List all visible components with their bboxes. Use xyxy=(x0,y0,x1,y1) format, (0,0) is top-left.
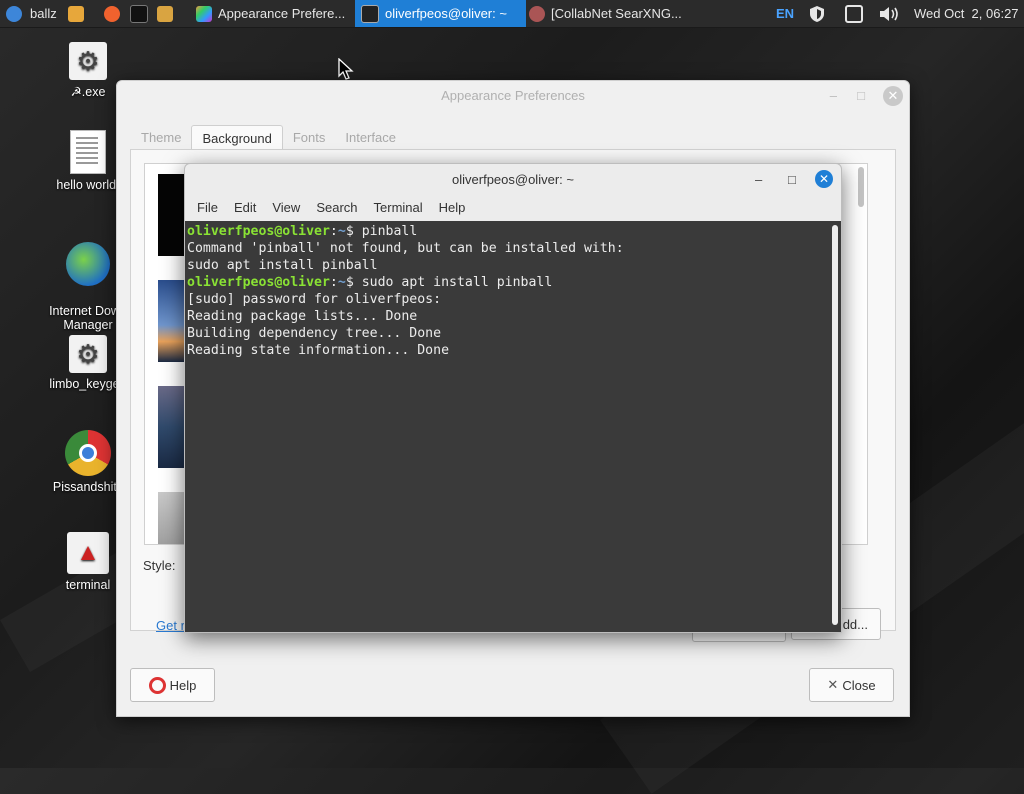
text-file-icon xyxy=(70,130,106,174)
terminal-line: Building dependency tree... Done xyxy=(187,326,442,341)
window-title: oliverfpeos@oliver: ~ xyxy=(452,172,574,187)
maximize-button[interactable]: □ xyxy=(857,81,865,111)
terminal-icon xyxy=(130,4,148,23)
close-icon: ✕ xyxy=(827,677,839,692)
task-appearance[interactable]: Appearance Prefere... xyxy=(190,0,358,27)
task-label: oliverfpeos@oliver: ~ xyxy=(385,6,507,21)
volume-icon xyxy=(880,6,898,21)
command-text: sudo apt install pinball xyxy=(353,275,553,290)
prompt-separator: : xyxy=(329,275,338,290)
gear-icon: ⚙ xyxy=(69,42,107,80)
task-browser[interactable]: [CollabNet SearXNG... xyxy=(523,0,699,27)
wallpaper-thumbnail[interactable] xyxy=(158,174,186,256)
terminal-window: oliverfpeos@oliver: ~ – □ ✕ File Edit Vi… xyxy=(184,163,842,633)
add-button-label: dd... xyxy=(842,616,868,632)
clipboard-icon xyxy=(845,4,863,23)
tab-theme[interactable]: Theme xyxy=(131,125,191,151)
help-button-label: Help xyxy=(169,677,197,693)
clipboard-tray[interactable] xyxy=(845,0,863,27)
terminal-menubar: File Edit View Search Terminal Help xyxy=(185,195,841,221)
menu-view[interactable]: View xyxy=(264,195,308,221)
prompt-separator: : xyxy=(329,224,338,239)
prompt-path: ~ xyxy=(337,275,346,290)
gear-icon: ⚙ xyxy=(69,335,107,373)
taskbar: ballz Appearance Prefere... oliverfpeos@… xyxy=(0,0,1024,28)
minimize-button[interactable]: – xyxy=(830,81,837,111)
keyboard-layout[interactable]: EN xyxy=(776,0,794,27)
menu-search[interactable]: Search xyxy=(308,195,365,221)
launcher-browser[interactable] xyxy=(104,0,120,27)
volume-tray[interactable] xyxy=(878,0,900,27)
workspace-label: ballz xyxy=(30,6,57,21)
tab-fonts[interactable]: Fonts xyxy=(283,125,336,151)
appearance-icon xyxy=(196,5,212,22)
terminal-scrollbar[interactable] xyxy=(832,225,838,625)
launcher-folder[interactable] xyxy=(157,0,173,27)
help-button[interactable]: Help xyxy=(130,668,215,702)
tab-background[interactable]: Background xyxy=(191,125,283,151)
close-button-label: Close xyxy=(842,677,876,693)
prompt-symbol: $ xyxy=(345,224,354,239)
appearance-tabs: Theme Background Fonts Interface xyxy=(131,125,406,151)
clock[interactable]: Wed Oct 2, 06:27 xyxy=(914,0,1019,27)
menu-file[interactable]: File xyxy=(189,195,226,221)
terminal-titlebar[interactable]: oliverfpeos@oliver: ~ – □ ✕ xyxy=(185,164,841,195)
browser-icon xyxy=(529,5,545,22)
prompt-user: oliverfpeos@oliver xyxy=(187,275,330,290)
terminal-line: [sudo] password for oliverfpeos: xyxy=(187,292,442,307)
lifebuoy-icon xyxy=(148,676,166,694)
style-label: Style: xyxy=(143,558,176,573)
menu-button[interactable]: ballz xyxy=(6,0,57,27)
minimize-button[interactable]: – xyxy=(755,164,762,195)
terminal-line: Reading state information... Done xyxy=(187,343,450,358)
task-label: Appearance Prefere... xyxy=(218,6,346,21)
folder-icon xyxy=(157,5,173,22)
get-more-backgrounds-link[interactable]: Get r xyxy=(156,618,185,633)
terminal-text: oliverfpeos@oliver:~$ pinball Command 'pi… xyxy=(187,223,624,359)
menu-terminal[interactable]: Terminal xyxy=(366,195,431,221)
task-label: [CollabNet SearXNG... xyxy=(551,6,682,21)
close-button[interactable]: ✕ Close xyxy=(809,668,894,702)
chrome-icon xyxy=(65,430,111,476)
wallpaper-thumbnail[interactable] xyxy=(158,492,186,544)
command-text: pinball xyxy=(353,224,418,239)
terminal-line: oliverfpeos@oliver:~$ pinball xyxy=(187,223,624,240)
download-manager-icon xyxy=(66,242,110,286)
launcher-files[interactable] xyxy=(68,0,84,27)
shield-icon xyxy=(810,5,824,22)
menu-help[interactable]: Help xyxy=(431,195,474,221)
maximize-button[interactable]: □ xyxy=(788,164,796,195)
appearance-titlebar[interactable]: Appearance Preferences – □ ✕ xyxy=(117,81,909,111)
wallpaper-thumbnail[interactable] xyxy=(158,280,186,362)
terminal-line: oliverfpeos@oliver:~$ sudo apt install p… xyxy=(187,274,624,291)
prompt-user: oliverfpeos@oliver xyxy=(187,224,330,239)
terminal-line: Command 'pinball' not found, but can be … xyxy=(187,241,624,256)
shield-tray[interactable] xyxy=(808,0,826,27)
launcher-terminal[interactable] xyxy=(130,0,148,27)
mouse-cursor-icon xyxy=(338,58,354,80)
prompt-path: ~ xyxy=(337,224,346,239)
rocket-icon: ▲ xyxy=(67,532,109,574)
prompt-symbol: $ xyxy=(345,275,354,290)
window-title: Appearance Preferences xyxy=(441,88,585,103)
menu-edit[interactable]: Edit xyxy=(226,195,264,221)
firefox-icon xyxy=(104,5,120,22)
folder-icon xyxy=(68,5,84,22)
tab-interface[interactable]: Interface xyxy=(335,125,406,151)
terminal-line: Reading package lists... Done xyxy=(187,309,418,324)
wallpaper-thumbnail[interactable] xyxy=(158,386,186,468)
close-window-button[interactable]: ✕ xyxy=(883,86,903,106)
terminal-icon xyxy=(361,4,379,23)
close-window-button[interactable]: ✕ xyxy=(815,170,833,188)
distro-logo-icon xyxy=(6,5,22,22)
scrollbar[interactable] xyxy=(858,167,864,207)
terminal-output[interactable]: oliverfpeos@oliver:~$ pinball Command 'pi… xyxy=(185,221,841,632)
terminal-line: sudo apt install pinball xyxy=(187,258,378,273)
task-terminal[interactable]: oliverfpeos@oliver: ~ xyxy=(355,0,526,27)
